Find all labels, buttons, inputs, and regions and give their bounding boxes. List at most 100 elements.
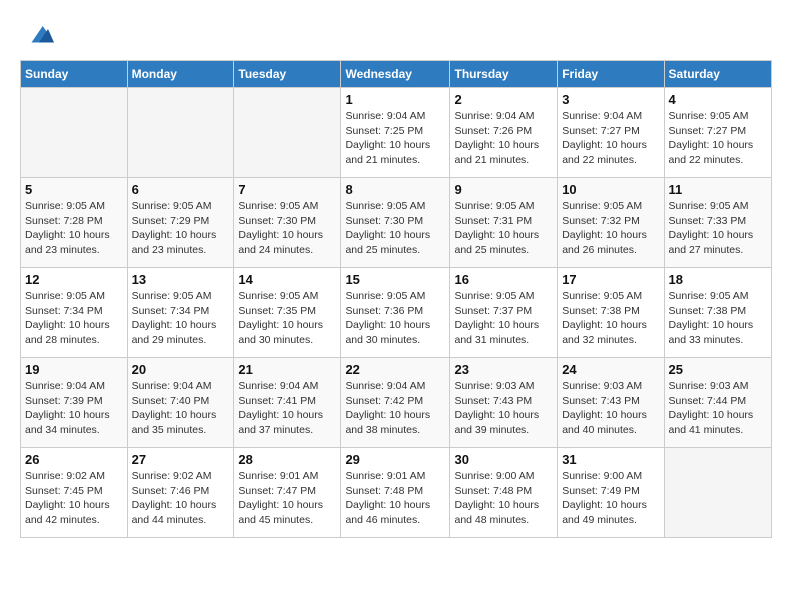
day-info: Sunrise: 9:04 AM Sunset: 7:39 PM Dayligh… (25, 379, 123, 438)
calendar-cell: 8 Sunrise: 9:05 AM Sunset: 7:30 PM Daylig… (341, 178, 450, 268)
calendar-cell: 6Sunrise: 9:05 AM Sunset: 7:29 PM Daylig… (127, 178, 234, 268)
calendar-cell: 31 Sunrise: 9:00 AM Sunset: 7:49 PM Dayli… (558, 448, 664, 538)
calendar-cell: 1 Sunrise: 9:04 AM Sunset: 7:25 PM Daylig… (341, 88, 450, 178)
day-number: 28 (238, 452, 336, 467)
day-info: Sunrise: 9:05 AM Sunset: 7:37 PM Dayligh… (454, 289, 553, 348)
day-info: Sunrise: 9:04 AM Sunset: 7:41 PM Dayligh… (238, 379, 336, 438)
day-number: 29 (345, 452, 445, 467)
weekday-header-row: SundayMondayTuesdayWednesdayThursdayFrid… (21, 61, 772, 88)
calendar-cell: 2 Sunrise: 9:04 AM Sunset: 7:26 PM Daylig… (450, 88, 558, 178)
day-info: Sunrise: 9:05 AM Sunset: 7:30 PM Dayligh… (238, 199, 336, 258)
day-info: Sunrise: 9:05 AM Sunset: 7:38 PM Dayligh… (562, 289, 659, 348)
calendar-week-row: 19 Sunrise: 9:04 AM Sunset: 7:39 PM Dayli… (21, 358, 772, 448)
day-number: 5 (25, 182, 123, 197)
day-info: Sunrise: 9:01 AM Sunset: 7:48 PM Dayligh… (345, 469, 445, 528)
calendar-cell: 14 Sunrise: 9:05 AM Sunset: 7:35 PM Dayli… (234, 268, 341, 358)
day-number: 1 (345, 92, 445, 107)
calendar-cell (21, 88, 128, 178)
day-number: 19 (25, 362, 123, 377)
calendar-cell: 29 Sunrise: 9:01 AM Sunset: 7:48 PM Dayli… (341, 448, 450, 538)
day-number: 17 (562, 272, 659, 287)
calendar-cell (234, 88, 341, 178)
calendar-cell: 23 Sunrise: 9:03 AM Sunset: 7:43 PM Dayli… (450, 358, 558, 448)
logo-icon (24, 20, 54, 50)
day-info: Sunrise: 9:04 AM Sunset: 7:40 PM Dayligh… (132, 379, 230, 438)
day-number: 9 (454, 182, 553, 197)
day-info: Sunrise: 9:05 AM Sunset: 7:38 PM Dayligh… (669, 289, 767, 348)
calendar-week-row: 5 Sunrise: 9:05 AM Sunset: 7:28 PM Daylig… (21, 178, 772, 268)
day-info: Sunrise: 9:03 AM Sunset: 7:43 PM Dayligh… (454, 379, 553, 438)
calendar-cell: 17 Sunrise: 9:05 AM Sunset: 7:38 PM Dayli… (558, 268, 664, 358)
day-number: 16 (454, 272, 553, 287)
day-info: Sunrise: 9:00 AM Sunset: 7:49 PM Dayligh… (562, 469, 659, 528)
day-info: Sunrise: 9:01 AM Sunset: 7:47 PM Dayligh… (238, 469, 336, 528)
calendar-cell: 30Sunrise: 9:00 AM Sunset: 7:48 PM Dayli… (450, 448, 558, 538)
logo (20, 20, 54, 50)
calendar-cell: 5 Sunrise: 9:05 AM Sunset: 7:28 PM Daylig… (21, 178, 128, 268)
calendar-cell: 7 Sunrise: 9:05 AM Sunset: 7:30 PM Daylig… (234, 178, 341, 268)
calendar-cell: 27 Sunrise: 9:02 AM Sunset: 7:46 PM Dayli… (127, 448, 234, 538)
weekday-header-tuesday: Tuesday (234, 61, 341, 88)
calendar-cell: 21 Sunrise: 9:04 AM Sunset: 7:41 PM Dayli… (234, 358, 341, 448)
calendar-cell: 3 Sunrise: 9:04 AM Sunset: 7:27 PM Daylig… (558, 88, 664, 178)
day-number: 14 (238, 272, 336, 287)
day-number: 26 (25, 452, 123, 467)
calendar-cell: 13 Sunrise: 9:05 AM Sunset: 7:34 PM Dayli… (127, 268, 234, 358)
day-number: 3 (562, 92, 659, 107)
day-info: Sunrise: 9:05 AM Sunset: 7:35 PM Dayligh… (238, 289, 336, 348)
day-number: 10 (562, 182, 659, 197)
day-number: 23 (454, 362, 553, 377)
day-number: 6 (132, 182, 230, 197)
day-info: Sunrise: 9:03 AM Sunset: 7:44 PM Dayligh… (669, 379, 767, 438)
calendar-cell: 16 Sunrise: 9:05 AM Sunset: 7:37 PM Dayli… (450, 268, 558, 358)
weekday-header-thursday: Thursday (450, 61, 558, 88)
day-info: Sunrise: 9:04 AM Sunset: 7:26 PM Dayligh… (454, 109, 553, 168)
calendar-cell: 9 Sunrise: 9:05 AM Sunset: 7:31 PM Daylig… (450, 178, 558, 268)
calendar-cell: 22 Sunrise: 9:04 AM Sunset: 7:42 PM Dayli… (341, 358, 450, 448)
day-number: 31 (562, 452, 659, 467)
day-info: Sunrise: 9:05 AM Sunset: 7:34 PM Dayligh… (132, 289, 230, 348)
calendar-cell: 15 Sunrise: 9:05 AM Sunset: 7:36 PM Dayli… (341, 268, 450, 358)
calendar-cell: 18Sunrise: 9:05 AM Sunset: 7:38 PM Dayli… (664, 268, 771, 358)
day-number: 24 (562, 362, 659, 377)
calendar-cell: 24Sunrise: 9:03 AM Sunset: 7:43 PM Dayli… (558, 358, 664, 448)
day-number: 21 (238, 362, 336, 377)
day-info: Sunrise: 9:05 AM Sunset: 7:27 PM Dayligh… (669, 109, 767, 168)
day-info: Sunrise: 9:05 AM Sunset: 7:34 PM Dayligh… (25, 289, 123, 348)
day-number: 30 (454, 452, 553, 467)
day-info: Sunrise: 9:04 AM Sunset: 7:27 PM Dayligh… (562, 109, 659, 168)
day-info: Sunrise: 9:02 AM Sunset: 7:45 PM Dayligh… (25, 469, 123, 528)
calendar-cell (127, 88, 234, 178)
calendar-cell: 28 Sunrise: 9:01 AM Sunset: 7:47 PM Dayli… (234, 448, 341, 538)
day-info: Sunrise: 9:05 AM Sunset: 7:33 PM Dayligh… (669, 199, 767, 258)
day-number: 8 (345, 182, 445, 197)
day-number: 22 (345, 362, 445, 377)
weekday-header-saturday: Saturday (664, 61, 771, 88)
calendar-cell: 10 Sunrise: 9:05 AM Sunset: 7:32 PM Dayli… (558, 178, 664, 268)
day-info: Sunrise: 9:02 AM Sunset: 7:46 PM Dayligh… (132, 469, 230, 528)
calendar-week-row: 26 Sunrise: 9:02 AM Sunset: 7:45 PM Dayli… (21, 448, 772, 538)
calendar-cell: 11 Sunrise: 9:05 AM Sunset: 7:33 PM Dayli… (664, 178, 771, 268)
day-number: 2 (454, 92, 553, 107)
day-number: 4 (669, 92, 767, 107)
weekday-header-friday: Friday (558, 61, 664, 88)
day-info: Sunrise: 9:05 AM Sunset: 7:28 PM Dayligh… (25, 199, 123, 258)
day-info: Sunrise: 9:04 AM Sunset: 7:42 PM Dayligh… (345, 379, 445, 438)
day-number: 20 (132, 362, 230, 377)
day-number: 13 (132, 272, 230, 287)
day-number: 15 (345, 272, 445, 287)
day-info: Sunrise: 9:05 AM Sunset: 7:36 PM Dayligh… (345, 289, 445, 348)
calendar-cell: 12 Sunrise: 9:05 AM Sunset: 7:34 PM Dayli… (21, 268, 128, 358)
day-number: 11 (669, 182, 767, 197)
day-info: Sunrise: 9:05 AM Sunset: 7:32 PM Dayligh… (562, 199, 659, 258)
calendar-cell: 4 Sunrise: 9:05 AM Sunset: 7:27 PM Daylig… (664, 88, 771, 178)
day-number: 27 (132, 452, 230, 467)
day-number: 12 (25, 272, 123, 287)
day-info: Sunrise: 9:05 AM Sunset: 7:31 PM Dayligh… (454, 199, 553, 258)
calendar-week-row: 1 Sunrise: 9:04 AM Sunset: 7:25 PM Daylig… (21, 88, 772, 178)
day-number: 7 (238, 182, 336, 197)
day-number: 25 (669, 362, 767, 377)
day-info: Sunrise: 9:05 AM Sunset: 7:30 PM Dayligh… (345, 199, 445, 258)
day-info: Sunrise: 9:04 AM Sunset: 7:25 PM Dayligh… (345, 109, 445, 168)
calendar-cell: 19 Sunrise: 9:04 AM Sunset: 7:39 PM Dayli… (21, 358, 128, 448)
